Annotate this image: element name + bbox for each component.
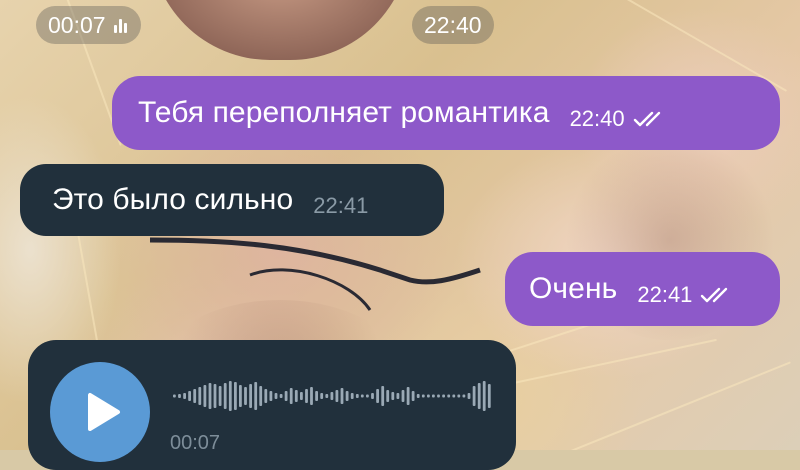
video-time-text: 22:40 (424, 11, 482, 38)
outgoing-message-bubble[interactable]: Тебя переполняет романтика 22:40 (112, 76, 780, 150)
play-icon (88, 393, 120, 431)
message-text: Очень (529, 272, 618, 305)
outgoing-message-bubble[interactable]: Очень 22:41 (505, 252, 780, 326)
voice-duration: 00:07 (170, 432, 221, 454)
voice-message-bubble[interactable]: 00:07 (28, 340, 516, 470)
play-button[interactable] (50, 362, 150, 462)
glasses-shape (150, 237, 481, 311)
message-text: Тебя переполняет романтика (138, 96, 550, 129)
double-check-icon (701, 287, 728, 303)
incoming-message-bubble[interactable]: Это было сильно 22:41 (20, 164, 444, 236)
message-time: 22:41 (313, 193, 369, 218)
message-text: Это было сильно (52, 183, 294, 216)
voice-waveform[interactable] (173, 378, 493, 414)
video-duration-badge: 00:07 (36, 6, 141, 44)
video-duration-text: 00:07 (48, 11, 106, 38)
message-time: 22:40 (569, 106, 625, 131)
message-time: 22:41 (637, 282, 693, 307)
video-time-badge: 22:40 (412, 6, 494, 44)
audio-level-icon (113, 17, 127, 33)
double-check-icon (633, 111, 660, 127)
